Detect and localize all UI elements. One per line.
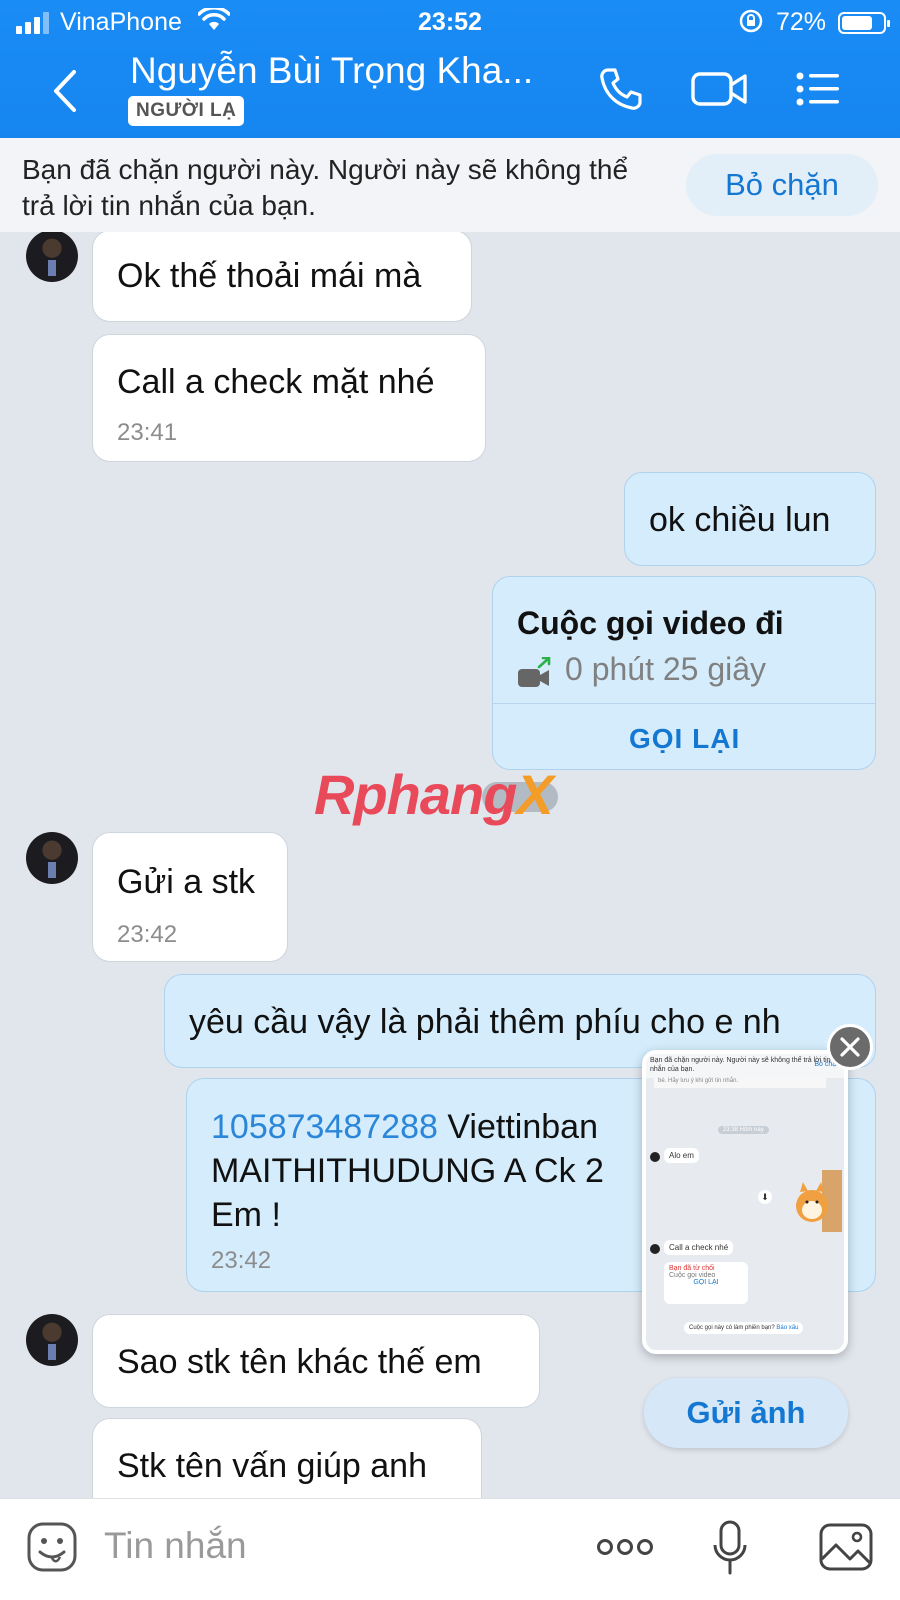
blocked-notice: Bạn đã chặn người này. Người này sẽ khôn… [22, 154, 629, 221]
unblock-button[interactable]: Bỏ chặn [686, 154, 878, 216]
chat-header: VinaPhone 23:52 72% Nguyễn Bùi Trọng Kha… [0, 0, 900, 138]
incoming-message[interactable]: Stk tên vấn giúp anh [92, 1418, 482, 1498]
microphone-icon[interactable] [712, 1519, 748, 1582]
thumb-avatar [650, 1244, 660, 1254]
message-input[interactable]: Tin nhắn [104, 1525, 247, 1567]
incoming-message[interactable]: Ok thế thoải mái mà [92, 232, 472, 322]
message-text: MAITHITHUDUNG A Ck 2 [211, 1152, 604, 1190]
battery-percent: 72% [776, 8, 827, 36]
incoming-message[interactable]: Gửi a stk 23:42 [92, 832, 288, 962]
call-duration: 0 phút 25 giây [565, 651, 767, 687]
message-time: 23:42 [117, 921, 178, 948]
thumb-avatar [650, 1152, 660, 1162]
incoming-message[interactable]: Call a check mặt nhé 23:41 [92, 334, 486, 462]
avatar[interactable] [26, 832, 78, 884]
avatar[interactable] [26, 232, 78, 282]
thumb-message: Call a check nhé [664, 1240, 734, 1255]
account-number-link[interactable]: 105873487288 [211, 1108, 438, 1146]
message-text: Gửi a stk [117, 863, 256, 901]
screenshot-thumbnail[interactable]: Bạn đã chặn người này. Người này sẽ khôn… [642, 1050, 848, 1354]
blocked-banner: Bạn đã chặn người này. Người này sẽ khôn… [0, 138, 900, 232]
message-text: Ok thế thoải mái mà [117, 257, 422, 295]
call-again-button[interactable]: GỌI LẠI [629, 723, 740, 755]
thumb-banner-text: Bạn đã chặn người này. Người này sẽ khôn… [650, 1057, 831, 1073]
thumb-banner: Bạn đã chặn người này. Người này sẽ khôn… [646, 1054, 844, 1078]
close-icon [840, 1037, 860, 1057]
thumb-report: Báo xấu [776, 1325, 799, 1331]
outgoing-video-icon [517, 656, 553, 696]
message-text: Viettinban [437, 1108, 598, 1146]
message-time: 23:41 [117, 419, 178, 446]
contact-name[interactable]: Nguyễn Bùi Trọng Kha... [130, 50, 533, 92]
video-call-card[interactable]: Cuộc gọi video đi 0 phút 25 giây GỌI LẠI [492, 576, 876, 770]
thumb-sticker-image [794, 1170, 842, 1234]
message-text: ok chiều lun [649, 501, 831, 539]
video-call-icon[interactable] [690, 66, 750, 117]
call-title: Cuộc gọi video đi [517, 605, 784, 641]
watermark-text: Rphang [314, 763, 517, 826]
thumb-call-again: GỌI LẠI [693, 1279, 719, 1286]
avatar[interactable] [26, 1314, 78, 1366]
message-time: 23:42 [211, 1247, 272, 1274]
divider [493, 703, 875, 704]
thumb-message: Alo em [664, 1148, 699, 1163]
menu-icon[interactable] [794, 66, 842, 117]
message-text: Call a check mặt nhé [117, 363, 435, 401]
status-bar: VinaPhone 23:52 72% [0, 6, 900, 41]
back-icon[interactable] [44, 66, 88, 116]
clock: 23:52 [418, 8, 482, 36]
incoming-message[interactable]: Sao stk tên khác thế em [92, 1314, 540, 1408]
message-text: yêu cầu vậy là phải thêm phíu cho e nh [189, 1003, 781, 1041]
thumb-declined: Bạn đã từ chối [669, 1265, 715, 1272]
composer-bar: Tin nhắn [0, 1498, 900, 1600]
thumb-annoy-prompt: Cuộc gọi này có làm phiền bạn? Báo xấu [684, 1322, 804, 1334]
thumb-call-card: Bạn đã từ chối Cuộc gọi video GỌI LẠI [664, 1262, 748, 1304]
thumb-note: bè. Hãy lưu ý khi gửi tin nhắn. [654, 1078, 826, 1088]
thumb-date: 23:38 Hôm nay [718, 1126, 769, 1134]
watermark-logo: RphangX [314, 762, 554, 827]
watermark-x: X [516, 763, 553, 826]
image-icon[interactable] [818, 1521, 874, 1578]
send-photo-button[interactable]: Gửi ảnh [644, 1378, 848, 1448]
emoji-icon[interactable] [26, 1521, 78, 1578]
battery-icon [838, 12, 890, 34]
thumb-video-call: Cuộc gọi video [669, 1272, 716, 1279]
more-options-icon[interactable] [596, 1537, 654, 1562]
account-message: 105873487288 Viettinban MAITHITHUDUNG A … [211, 1105, 604, 1237]
thumb-download-icon: ⬇ [758, 1190, 772, 1204]
phone-icon[interactable] [598, 66, 644, 117]
rotation-lock-icon [738, 8, 764, 41]
outgoing-message[interactable]: ok chiều lun [624, 472, 876, 566]
message-text: Stk tên vấn giúp anh [117, 1447, 428, 1485]
thumb-annoy-text: Cuộc gọi này có làm phiền bạn? [689, 1325, 775, 1331]
close-thumbnail-button[interactable] [827, 1024, 873, 1070]
message-text: Em ! [211, 1196, 281, 1234]
stranger-badge: NGƯỜI LẠ [128, 96, 245, 126]
message-text: Sao stk tên khác thế em [117, 1343, 482, 1381]
